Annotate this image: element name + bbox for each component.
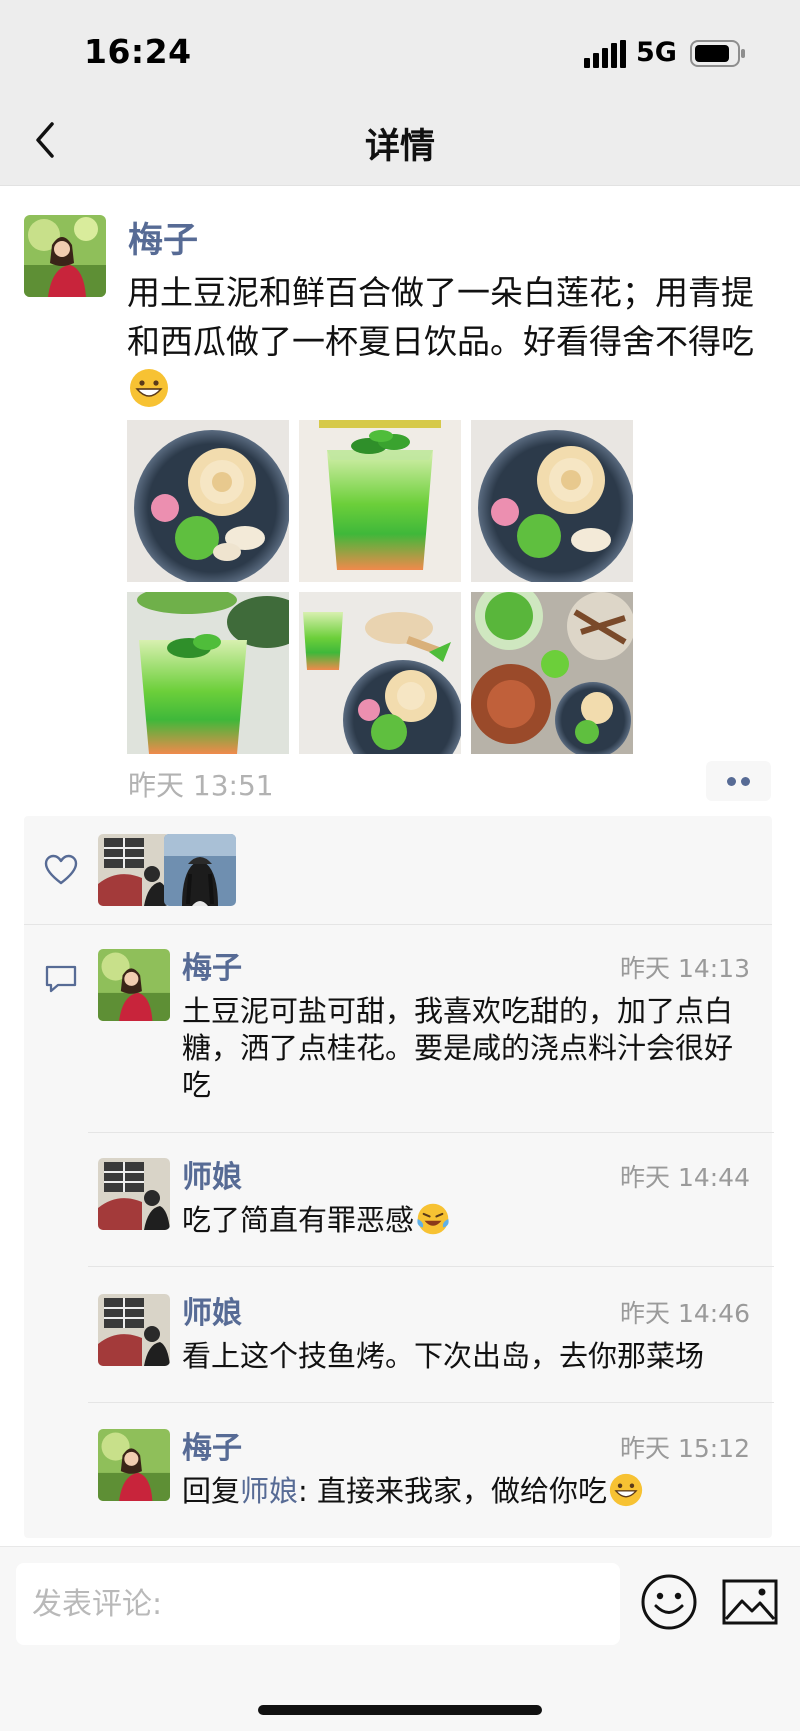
reply-prefix: 回复 bbox=[182, 1474, 241, 1508]
post-text: 用土豆泥和鲜百合做了一朵白莲花；用青提和西瓜做了一杯夏日饮品。好看得舍不得吃 bbox=[127, 268, 777, 415]
post-photo-2[interactable] bbox=[299, 420, 461, 582]
battery-icon bbox=[690, 40, 745, 67]
dot-icon bbox=[741, 777, 750, 786]
more-actions-button[interactable] bbox=[706, 761, 771, 801]
commenter-name[interactable]: 梅子 bbox=[182, 1423, 242, 1467]
home-indicator bbox=[258, 1705, 542, 1715]
dot-icon bbox=[727, 777, 736, 786]
comment-item[interactable]: 师娘 昨天 14:44 吃了简直有罪恶感 bbox=[98, 1158, 774, 1258]
grinning-face-emoji bbox=[130, 369, 168, 407]
laughing-tears-emoji bbox=[417, 1203, 449, 1235]
page-title: 详情 bbox=[364, 127, 435, 167]
comment-text-body: : 直接来我家，做给你吃 bbox=[298, 1474, 608, 1508]
post-photo-1[interactable] bbox=[127, 420, 289, 582]
comment-divider bbox=[88, 1266, 774, 1267]
post-photo-3[interactable] bbox=[471, 420, 633, 582]
post-photo-4[interactable] bbox=[127, 592, 289, 754]
comment-item[interactable]: 梅子 昨天 15:12 回复师娘: 直接来我家，做给你吃 bbox=[98, 1429, 774, 1529]
post-text-body: 用土豆泥和鲜百合做了一朵白莲花；用青提和西瓜做了一杯夏日饮品。好看得舍不得吃 bbox=[127, 273, 754, 361]
post-photo-5[interactable] bbox=[299, 592, 461, 754]
reply-to-name[interactable]: 师娘 bbox=[240, 1474, 298, 1508]
post-timestamp: 昨天 13:51 bbox=[128, 769, 274, 802]
comment-divider bbox=[88, 1132, 774, 1133]
signal-icon bbox=[584, 40, 626, 68]
network-type: 5G bbox=[636, 37, 677, 68]
comment-time: 昨天 14:13 bbox=[620, 954, 750, 983]
panel-divider bbox=[24, 924, 772, 925]
comment-divider bbox=[88, 1402, 774, 1403]
image-picker-button[interactable] bbox=[722, 1579, 778, 1625]
like-avatar-1[interactable] bbox=[98, 834, 170, 906]
commenter-name[interactable]: 师娘 bbox=[182, 1152, 242, 1196]
comment-time: 昨天 15:12 bbox=[620, 1434, 750, 1463]
commenter-name[interactable]: 师娘 bbox=[182, 1288, 242, 1332]
comment-time: 昨天 14:46 bbox=[620, 1299, 750, 1328]
comment-input[interactable] bbox=[16, 1563, 620, 1645]
comment-time: 昨天 14:44 bbox=[620, 1163, 750, 1192]
commenter-avatar[interactable] bbox=[98, 949, 170, 1021]
commenter-avatar[interactable] bbox=[98, 1158, 170, 1230]
comment-text: 吃了简直有罪恶感 bbox=[182, 1202, 757, 1239]
comment-input-bar bbox=[0, 1546, 800, 1731]
comment-icon bbox=[45, 965, 77, 993]
post-photo-6[interactable] bbox=[471, 592, 633, 754]
emoji-picker-button[interactable] bbox=[640, 1573, 698, 1631]
comment-text-body: 吃了简直有罪恶感 bbox=[182, 1203, 415, 1237]
top-bar: 16:24 5G 详情 bbox=[0, 0, 800, 186]
comment-text: 回复师娘: 直接来我家，做给你吃 bbox=[182, 1473, 757, 1510]
comment-item[interactable]: 梅子 昨天 14:13 土豆泥可盐可甜，我喜欢吃甜的，加了点白糖，洒了点桂花。要… bbox=[98, 949, 774, 1119]
post-author-avatar[interactable] bbox=[24, 215, 106, 297]
commenter-avatar[interactable] bbox=[98, 1294, 170, 1366]
commenter-avatar[interactable] bbox=[98, 1429, 170, 1501]
status-time: 16:24 bbox=[84, 32, 192, 71]
like-avatar-2[interactable] bbox=[164, 834, 236, 906]
heart-icon bbox=[44, 854, 78, 885]
post-author-name[interactable]: 梅子 bbox=[128, 212, 198, 263]
grinning-face-emoji bbox=[609, 1473, 643, 1507]
comment-text: 土豆泥可盐可甜，我喜欢吃甜的，加了点白糖，洒了点桂花。要是咸的浇点料汁会很好吃 bbox=[182, 994, 734, 1102]
commenter-name[interactable]: 梅子 bbox=[182, 943, 242, 987]
comment-item[interactable]: 师娘 昨天 14:46 看上这个技鱼烤。下次出岛，去你那菜场 bbox=[98, 1294, 774, 1394]
comment-text: 看上这个技鱼烤。下次出岛，去你那菜场 bbox=[182, 1339, 705, 1373]
interaction-panel: 梅子 昨天 14:13 土豆泥可盐可甜，我喜欢吃甜的，加了点白糖，洒了点桂花。要… bbox=[24, 816, 774, 1538]
